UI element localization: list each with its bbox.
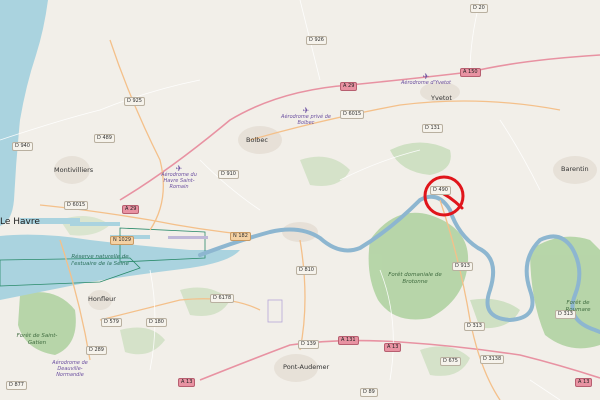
town-label-honfleur: Honfleur <box>88 295 116 303</box>
road-shield-d180: D 180 <box>146 318 167 327</box>
road-shield-d810: D 810 <box>296 266 317 275</box>
road-shield-d6178: D 6178 <box>210 294 235 303</box>
road-shield-d490: D 490 <box>430 186 451 195</box>
town-label-le-havre: Le Havre <box>0 217 40 227</box>
road-shield-d910: D 910 <box>218 170 239 179</box>
road-shield-d925: D 925 <box>124 97 145 106</box>
map-view[interactable]: Le Havre Montivilliers Bolbec Yvetot Bar… <box>0 0 600 400</box>
road-shield-d913: D 913 <box>452 262 473 271</box>
road-shield-d3138: D 3138 <box>480 355 505 364</box>
town-label-bolbec: Bolbec <box>246 136 268 144</box>
road-shield-d940: D 940 <box>12 142 33 151</box>
road-shield-a13-east: A 13 <box>575 378 593 387</box>
road-shield-d579: D 579 <box>101 318 122 327</box>
town-label-yvetot: Yvetot <box>431 94 452 102</box>
road-shield-a150: A 150 <box>460 68 481 77</box>
road-shield-a131: A 131 <box>338 336 359 345</box>
forest-label-brotonne: Forêt domaniale de Brotonne <box>388 272 442 285</box>
road-shield-d20: D 20 <box>470 4 488 13</box>
road-shield-d313: D 313 <box>464 322 485 331</box>
road-shield-n182: N 182 <box>230 232 251 241</box>
reserve-label: Réserve naturelle de l'estuaire de la Se… <box>71 254 129 267</box>
road-shield-d926: D 926 <box>306 36 327 45</box>
road-shield-n1029: N 1029 <box>110 236 135 245</box>
forest-label-roumare: Forêt de Roumare <box>565 300 591 313</box>
town-label-pont-audemer: Pont-Audemer <box>283 363 330 371</box>
aerodrome-label-deauville: Aérodrome de Deauville-Normandie <box>52 360 88 378</box>
road-shield-d489: D 489 <box>94 134 115 143</box>
road-shield-d6015-center: D 6015 <box>340 110 365 119</box>
road-shield-a13-south: A 13 <box>178 378 196 387</box>
road-shield-a13-center: A 13 <box>384 343 402 352</box>
town-label-barentin: Barentin <box>561 165 589 173</box>
road-shield-d6015-west: D 6015 <box>64 201 89 210</box>
town-label-montivilliers: Montivilliers <box>54 166 94 174</box>
road-shield-d675: D 675 <box>440 357 461 366</box>
road-shield-d89: D 89 <box>360 388 378 397</box>
forest-label-saint-gatien: Forêt de Saint-Gatien <box>16 333 58 346</box>
aerodrome-havre: ✈ Aérodrome du Havre Saint-Romain <box>154 165 204 191</box>
aerodrome-bolbec: ✈ Aérodrome privé de Bolbec <box>281 106 331 127</box>
road-shield-d139: D 139 <box>298 340 319 349</box>
aerodrome-yvetot: ✈ Aérodrome d'Yvetot <box>400 72 452 87</box>
road-shield-a29-north: A 29 <box>340 82 358 91</box>
road-shield-d877: D 877 <box>6 381 27 390</box>
road-shield-a29-west: A 29 <box>122 205 140 214</box>
road-shield-d289: D 289 <box>86 346 107 355</box>
road-shield-d131: D 131 <box>422 124 443 133</box>
